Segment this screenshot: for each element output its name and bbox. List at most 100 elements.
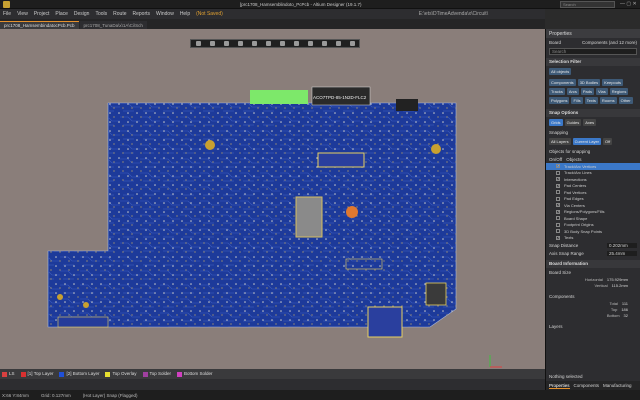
tab-manufacturing[interactable]: Manufacturing	[603, 383, 632, 388]
menu-reports[interactable]: Reports	[130, 11, 154, 17]
snap-options-header[interactable]: Snap Options	[546, 109, 640, 117]
menu-help[interactable]: Help	[177, 11, 193, 17]
pcb-canvas[interactable]: ACO7TPD-85-1N2D-FLC2	[0, 29, 545, 369]
checkbox[interactable]	[556, 222, 560, 227]
filter-arcs[interactable]: Arcs	[566, 88, 579, 95]
filter-fills[interactable]: Fills	[571, 97, 583, 104]
layer-swatch	[105, 371, 111, 377]
status-coordinates: X:66 Y:84mm	[2, 392, 29, 398]
snap-grids[interactable]: Grids	[549, 119, 563, 126]
layer-bottom[interactable]: [2] Bottom Layer	[59, 371, 99, 377]
filter-rooms[interactable]: Rooms	[599, 97, 617, 104]
tab-pcb[interactable]: prc1708_HamsembindatocPcb.Pcb	[0, 21, 79, 29]
filter-vias[interactable]: Vias	[595, 88, 608, 95]
checkbox[interactable]	[556, 229, 560, 234]
axis-indicator	[489, 355, 502, 368]
menu-design[interactable]: Design	[71, 11, 93, 17]
checkbox[interactable]: ✓	[556, 177, 560, 182]
checkbox[interactable]	[556, 196, 560, 201]
filter-polygons[interactable]: Polygons	[549, 97, 570, 104]
filter-other[interactable]: Other	[618, 97, 633, 104]
board-label: Board	[549, 39, 562, 45]
checkbox[interactable]: ✓	[556, 235, 560, 240]
tab-sch[interactable]: prc1708_TunaDa\x\1A\Ci\Sch	[79, 21, 147, 29]
snap-all-layers[interactable]: All Layers	[549, 138, 571, 145]
layer-swatch	[142, 371, 148, 377]
pcb-component-label: ACO7TPD-85-1N2D-FLC2	[313, 95, 367, 100]
window-title: [prc1708_Hamsemblindoto_PcPcb - Altium D…	[240, 2, 362, 7]
layer-tabs: LS [1] Top Layer [2] Bottom Layer Top Ov…	[0, 369, 545, 379]
snap-table-header: On/Off Objects	[546, 155, 640, 163]
snap-off[interactable]: Off	[603, 138, 613, 145]
filter-3d-bodies[interactable]: 3D Bodies	[577, 79, 601, 86]
horizontal-value: 175.929mm	[606, 276, 628, 282]
bottom-value: 32	[623, 312, 628, 318]
board-size-label: Board Size	[549, 269, 572, 275]
status-grid: Grid: 0.127mm	[40, 392, 71, 398]
checkbox[interactable]: ✓	[556, 209, 560, 214]
snap-current-layer[interactable]: Current Layer	[572, 138, 602, 145]
bottom-row: Bottom 32	[606, 312, 628, 318]
snap-guides[interactable]: Guides	[564, 119, 582, 126]
tab-properties[interactable]: Properties	[549, 383, 570, 389]
layers-label: Layers	[549, 323, 563, 329]
properties-panel: Properties Board Components (and 12 more…	[545, 29, 640, 390]
menu-project[interactable]: Project	[31, 11, 53, 17]
menu-place[interactable]: Place	[52, 11, 71, 17]
axis-snap-row: Axis Snap Range 25.4mm	[546, 249, 640, 257]
layer-swatch	[20, 371, 26, 377]
status-bar: X:66 Y:84mm Grid: 0.127mm (Hot Layer) Sn…	[0, 390, 640, 400]
checkbox[interactable]	[556, 170, 560, 175]
path-label: E:\ets\DTimeAdvenda\x\Circuit\	[418, 11, 489, 17]
layer-top[interactable]: [1] Top Layer	[20, 371, 53, 377]
snap-distance-input[interactable]: 0.202mm	[607, 242, 637, 248]
menu-window[interactable]: Window	[153, 11, 177, 17]
layer-top-overlay[interactable]: Top Overlay	[105, 371, 137, 377]
checkbox[interactable]	[556, 190, 560, 195]
panel-title: Properties	[546, 29, 640, 38]
checkbox[interactable]	[556, 216, 560, 221]
title-search[interactable]: Search	[560, 1, 615, 8]
document-tabs: prc1708_HamsembindatocPcb.Pcb prc1708_Tu…	[0, 19, 545, 29]
window-controls[interactable]: — ▢ ✕	[620, 1, 637, 7]
vertical-row: Vertical 115.2mm	[594, 282, 628, 288]
panel-search[interactable]: Search	[549, 48, 637, 55]
onoff-column: On/Off	[549, 156, 563, 162]
filter-texts[interactable]: Texts	[584, 97, 598, 104]
pcb-board: ACO7TPD-85-1N2D-FLC2	[47, 86, 502, 368]
snap-distance-row: Snap Distance 0.202mm	[546, 241, 640, 249]
tab-components[interactable]: Components	[574, 383, 600, 388]
nothing-selected: Nothing selected	[549, 373, 583, 379]
filter-buttons: Components 3D Bodies Keepouts Tracks Arc…	[546, 77, 640, 106]
title-bar: [prc1708_Hamsemblindoto_PcPcb - Altium D…	[0, 0, 640, 9]
all-objects-button[interactable]: All objects	[549, 68, 572, 75]
filter-regions[interactable]: Regions	[609, 88, 629, 95]
menu-file[interactable]: File	[0, 11, 14, 17]
board-info-header[interactable]: Board Information	[546, 260, 640, 268]
layer-ls[interactable]: LS	[2, 371, 15, 377]
filter-keepouts[interactable]: Keepouts	[602, 79, 624, 86]
menu-tools[interactable]: Tools	[92, 11, 110, 17]
checkbox[interactable]: ✓	[556, 203, 560, 208]
filter-components[interactable]: Components	[549, 79, 576, 86]
checkbox[interactable]: ✓	[556, 183, 560, 188]
status-snap: (Hot Layer) Snap (Flagged)	[82, 392, 138, 398]
layer-bottom-solder[interactable]: Bottom Solder	[177, 371, 213, 377]
objects-for-snapping-label: Objects for snapping	[549, 148, 591, 154]
filter-tracks[interactable]: Tracks	[549, 88, 565, 95]
filter-pads[interactable]: Pads	[580, 88, 594, 95]
menu-bar: File View Project Place Design Tools Rou…	[0, 9, 545, 19]
snap-axes[interactable]: Axes	[583, 119, 597, 126]
layer-swatch	[177, 371, 183, 377]
menu-view[interactable]: View	[14, 11, 31, 17]
total-value: 111	[621, 300, 628, 306]
vertical-value: 115.2mm	[611, 282, 628, 288]
layer-top-solder[interactable]: Top Solder	[142, 371, 171, 377]
app-logo-icon	[3, 1, 10, 8]
axis-snap-input[interactable]: 25.4mm	[607, 250, 637, 256]
message-bar	[0, 379, 545, 390]
top-value: 186	[621, 306, 628, 312]
menu-route[interactable]: Route	[110, 11, 129, 17]
checkbox[interactable]: ✓	[556, 164, 560, 169]
selection-filter-header[interactable]: Selection Filter	[546, 58, 640, 66]
